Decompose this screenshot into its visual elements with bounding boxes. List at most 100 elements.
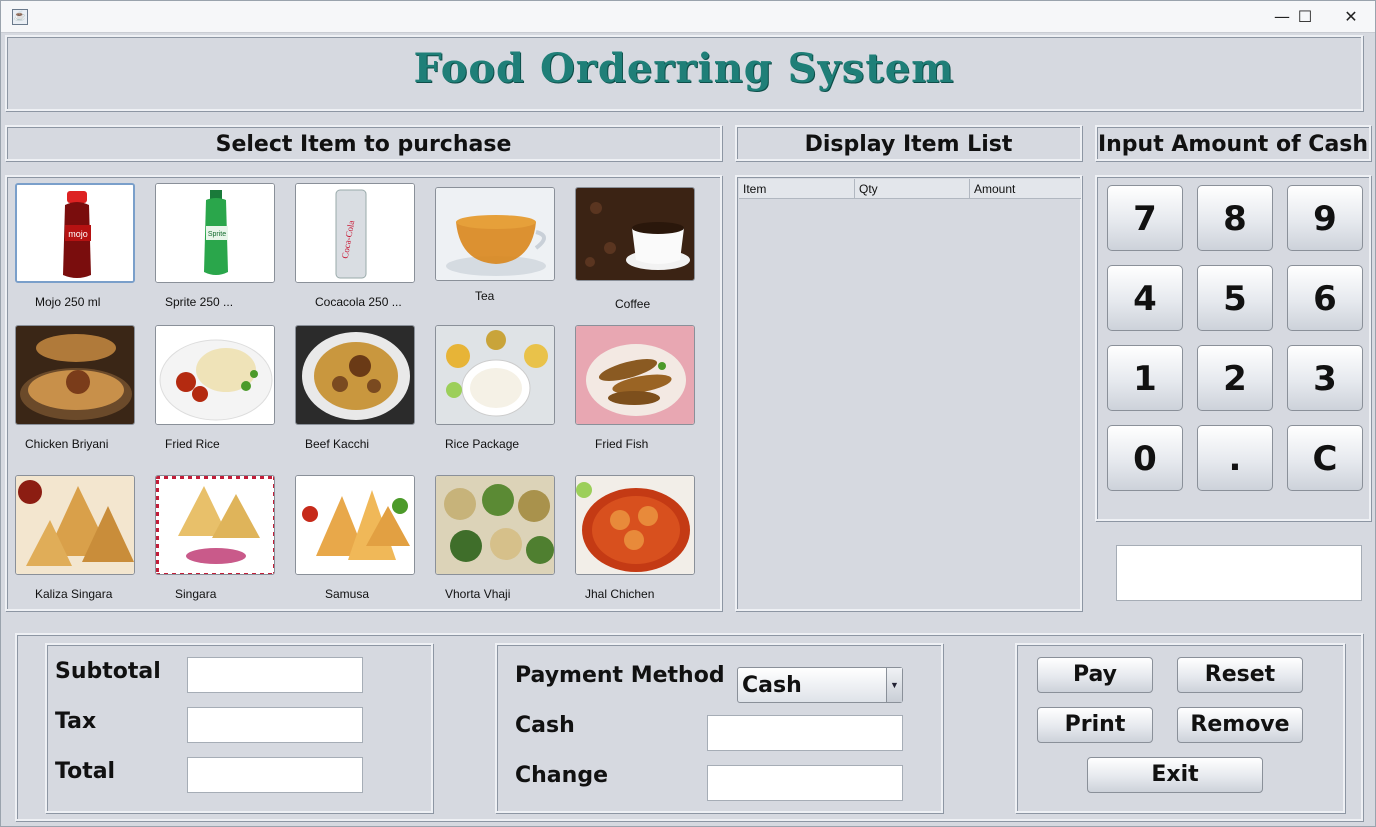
payment-panel: Payment Method Cash ▼ Cash Change <box>495 643 943 813</box>
column-header-item[interactable]: Item <box>739 179 855 199</box>
subtotal-label: Subtotal <box>55 659 161 684</box>
chicken-briyani-image <box>15 325 135 425</box>
cash-field[interactable] <box>707 715 903 751</box>
item-beef-kacchi[interactable]: Beef Kacchi <box>295 325 435 465</box>
item-label: Jhal Chichen <box>585 587 655 601</box>
column-header-amount[interactable]: Amount <box>970 179 1081 199</box>
key-3[interactable]: 3 <box>1287 345 1363 411</box>
svg-text:mojo: mojo <box>68 229 88 239</box>
item-label: Fried Rice <box>165 437 220 451</box>
item-mojo[interactable]: mojo Mojo 250 ml <box>15 183 155 323</box>
input-cash-header: Input Amount of Cash <box>1095 125 1371 161</box>
app-window: ☕ — ☐ ✕ Food Orderring System Select Ite… <box>0 0 1376 827</box>
item-label: Cocacola 250 ... <box>315 295 402 309</box>
print-button[interactable]: Print <box>1037 707 1153 743</box>
item-samusa[interactable]: Samusa <box>295 475 435 615</box>
singara-image <box>155 475 275 575</box>
item-label: Chicken Briyani <box>25 437 109 451</box>
sprite-bottle-image: Sprite <box>155 183 275 283</box>
key-9[interactable]: 9 <box>1287 185 1363 251</box>
key-6[interactable]: 6 <box>1287 265 1363 331</box>
exit-button[interactable]: Exit <box>1087 757 1263 793</box>
mojo-bottle-image: mojo <box>15 183 135 283</box>
header-panel: Food Orderring System <box>5 35 1363 111</box>
total-label: Total <box>55 759 116 784</box>
key-1[interactable]: 1 <box>1107 345 1183 411</box>
actions-panel: Pay Reset Print Remove Exit <box>1015 643 1345 813</box>
item-label: Sprite 250 ... <box>165 295 234 309</box>
beef-kacchi-image <box>295 325 415 425</box>
item-label: Singara <box>175 587 217 601</box>
item-jhal-chichen[interactable]: Jhal Chichen <box>575 475 715 615</box>
vhorta-vhaji-image <box>435 475 555 575</box>
payment-method-select[interactable]: Cash ▼ <box>737 667 903 703</box>
select-items-header: Select Item to purchase <box>5 125 722 161</box>
bottom-panel: Subtotal Tax Total Payment Method Cash ▼… <box>15 633 1363 821</box>
item-fried-rice[interactable]: Fried Rice <box>155 325 295 465</box>
subtotal-field[interactable] <box>187 657 363 693</box>
cash-label: Cash <box>515 713 575 738</box>
maximize-button[interactable]: ☐ <box>1282 1 1328 33</box>
change-field[interactable] <box>707 765 903 801</box>
tea-cup-image <box>435 187 555 281</box>
item-label: Mojo 250 ml <box>35 295 101 309</box>
jhal-chicken-image <box>575 475 695 575</box>
item-cocacola[interactable]: Coca-Cola Cocacola 250 ... <box>295 183 435 323</box>
samusa-image <box>295 475 415 575</box>
payment-method-label: Payment Method <box>515 663 725 688</box>
key-7[interactable]: 7 <box>1107 185 1183 251</box>
total-field[interactable] <box>187 757 363 793</box>
rice-package-image <box>435 325 555 425</box>
key-dot[interactable]: . <box>1197 425 1273 491</box>
display-list-header: Display Item List <box>735 125 1082 161</box>
item-singara[interactable]: Singara <box>155 475 295 615</box>
item-label: Beef Kacchi <box>305 437 370 451</box>
item-kaliza-singara[interactable]: Kaliza Singara <box>15 475 155 615</box>
payment-method-value: Cash <box>742 673 802 698</box>
close-button[interactable]: ✕ <box>1328 1 1374 33</box>
svg-text:Sprite: Sprite <box>208 231 226 238</box>
keypad-panel: 7 8 9 4 5 6 1 2 3 0 . C <box>1095 175 1371 521</box>
coffee-cup-image <box>575 187 695 281</box>
app-title: Food Orderring System <box>413 45 955 92</box>
input-cash-title: Input Amount of Cash <box>1097 132 1369 157</box>
item-coffee[interactable]: Coffee <box>575 187 715 327</box>
item-label: Fried Fish <box>595 437 649 451</box>
item-vhorta-vhaji[interactable]: Vhorta Vhaji <box>435 475 575 615</box>
item-fried-fish[interactable]: Fried Fish <box>575 325 715 465</box>
key-0[interactable]: 0 <box>1107 425 1183 491</box>
item-list-table[interactable]: Item Qty Amount <box>735 175 1082 611</box>
fried-fish-image <box>575 325 695 425</box>
key-2[interactable]: 2 <box>1197 345 1273 411</box>
item-rice-package[interactable]: Rice Package <box>435 325 575 465</box>
key-5[interactable]: 5 <box>1197 265 1273 331</box>
tax-label: Tax <box>55 709 97 734</box>
table-header: Item Qty Amount <box>739 179 1081 199</box>
column-header-qty[interactable]: Qty <box>855 179 970 199</box>
item-chicken-briyani[interactable]: Chicken Briyani <box>15 325 155 465</box>
select-items-title: Select Item to purchase <box>215 132 512 157</box>
display-list-title: Display Item List <box>804 132 1013 157</box>
remove-button[interactable]: Remove <box>1177 707 1303 743</box>
chevron-down-icon[interactable]: ▼ <box>886 668 902 702</box>
totals-panel: Subtotal Tax Total <box>45 643 433 813</box>
cocacola-can-image: Coca-Cola <box>295 183 415 283</box>
item-label: Coffee <box>615 297 651 311</box>
kaliza-singara-image <box>15 475 135 575</box>
item-tea[interactable]: Tea <box>435 187 575 327</box>
item-label: Kaliza Singara <box>35 587 113 601</box>
pay-button[interactable]: Pay <box>1037 657 1153 693</box>
reset-button[interactable]: Reset <box>1177 657 1303 693</box>
item-label: Rice Package <box>445 437 520 451</box>
cash-amount-display[interactable] <box>1116 545 1362 601</box>
items-panel: mojo Mojo 250 ml Sprite Sprite 250 ... C… <box>5 175 722 611</box>
key-clear[interactable]: C <box>1287 425 1363 491</box>
title-bar: ☕ — ☐ ✕ <box>1 1 1375 33</box>
tax-field[interactable] <box>187 707 363 743</box>
item-sprite[interactable]: Sprite Sprite 250 ... <box>155 183 295 323</box>
key-4[interactable]: 4 <box>1107 265 1183 331</box>
java-icon: ☕ <box>12 9 28 25</box>
key-8[interactable]: 8 <box>1197 185 1273 251</box>
change-label: Change <box>515 763 608 788</box>
item-label: Vhorta Vhaji <box>445 587 511 601</box>
